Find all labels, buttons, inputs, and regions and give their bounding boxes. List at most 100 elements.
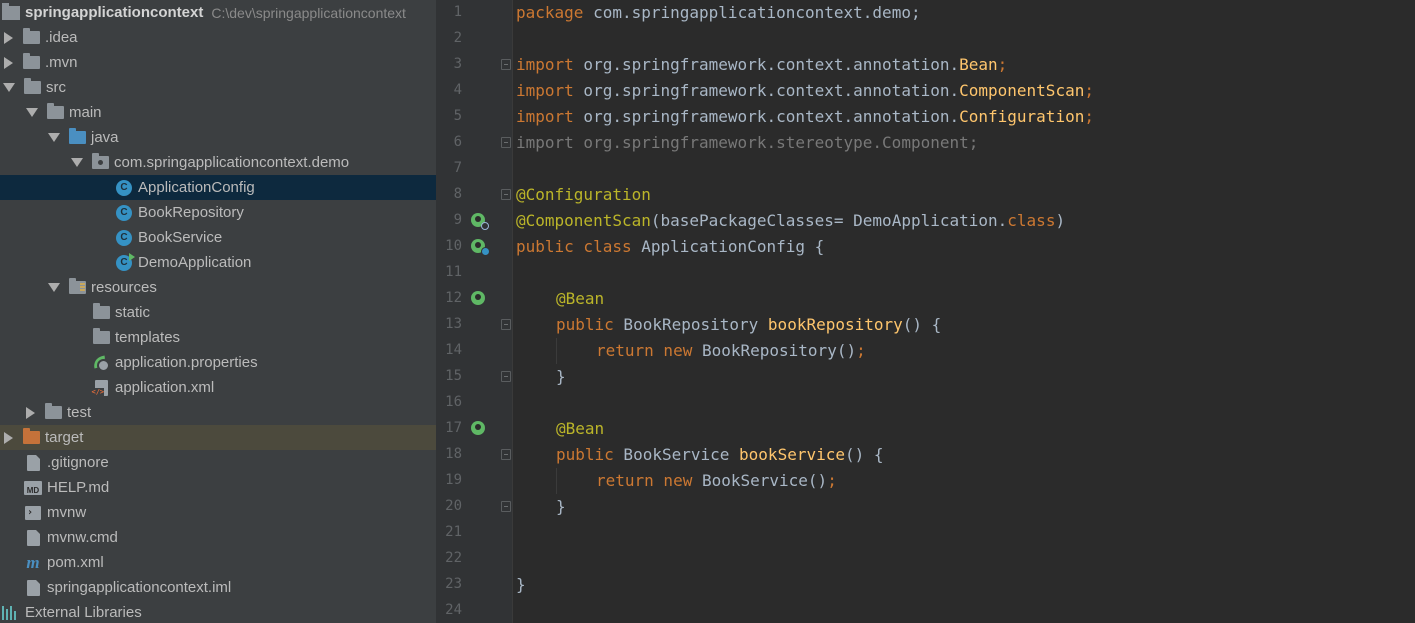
excluded-folder-icon (22, 428, 40, 446)
spring-properties-icon (92, 355, 110, 372)
collapse-arrow-icon[interactable] (48, 283, 60, 292)
tree-item-help-md[interactable]: MD HELP.md (0, 475, 436, 500)
line-number: 20 (445, 498, 462, 514)
package-icon (91, 153, 109, 171)
expand-arrow-icon[interactable] (4, 56, 13, 69)
line-number: 9 (453, 212, 462, 228)
code-line-9: @ComponentScan(basePackageClasses= DemoA… (516, 211, 1066, 230)
tree-item-mvnw-cmd[interactable]: mvnw.cmd (0, 525, 436, 550)
spring-bean-gutter-icon[interactable] (471, 291, 485, 305)
fold-marker-icon[interactable] (501, 137, 511, 148)
fold-marker-icon[interactable] (501, 59, 511, 70)
line-number: 13 (445, 316, 462, 332)
code-line-3: import org.springframework.context.annot… (516, 55, 1008, 74)
tree-item-bookrepository[interactable]: C BookRepository (0, 200, 436, 225)
resources-folder-icon (68, 278, 86, 296)
code-line-8: @Configuration (516, 185, 651, 204)
expand-arrow-icon[interactable] (4, 431, 13, 444)
project-path: C:\dev\springapplicationcontext (211, 4, 406, 21)
tree-item-bookservice[interactable]: C BookService (0, 225, 436, 250)
spring-bean-gutter-icon[interactable] (471, 239, 490, 256)
expand-arrow-icon[interactable] (26, 406, 35, 419)
collapse-arrow-icon[interactable] (26, 108, 38, 117)
project-tree-panel: springapplicationcontext C:\dev\springap… (0, 0, 436, 623)
tree-item-templates[interactable]: templates (0, 325, 436, 350)
fold-marker-icon[interactable] (501, 189, 511, 200)
tree-item-idea[interactable]: .idea (0, 25, 436, 50)
code-line-17: @Bean (556, 419, 605, 438)
collapse-arrow-icon[interactable] (3, 83, 15, 92)
folder-icon (92, 303, 110, 321)
code-editor[interactable]: 1 2 3 4 5 6 7 8 9 10 11 12 13 14 15 16 1… (436, 0, 1415, 623)
tree-item-target[interactable]: target (0, 425, 436, 450)
tree-item-pom-xml[interactable]: m pom.xml (0, 550, 436, 575)
tree-item-application-properties[interactable]: application.properties (0, 350, 436, 375)
tree-item-static[interactable]: static (0, 300, 436, 325)
spring-component-scan-gutter-icon[interactable] (471, 213, 489, 230)
tree-item-label: com.springapplicationcontext.demo (114, 154, 350, 171)
tree-item-label: springapplicationcontext.iml (47, 579, 232, 596)
line-number: 14 (445, 342, 462, 358)
code-line-13: public BookRepository bookRepository() { (556, 315, 942, 334)
fold-marker-icon[interactable] (501, 319, 511, 330)
code-line-1: package com.springapplicationcontext.dem… (516, 3, 921, 22)
indent-guide (556, 338, 557, 364)
tree-item-demoapplication[interactable]: C DemoApplication (0, 250, 436, 275)
markdown-file-icon: MD (24, 480, 42, 496)
tree-item-label: .gitignore (47, 454, 109, 471)
tree-item-java[interactable]: java (0, 125, 436, 150)
tree-item-label: src (46, 79, 66, 96)
tree-item-mvn[interactable]: .mvn (0, 50, 436, 75)
line-number: 15 (445, 368, 462, 384)
tree-root-item[interactable]: springapplicationcontext C:\dev\springap… (0, 0, 436, 25)
tree-item-label: static (115, 304, 151, 321)
editor-gutter: 1 2 3 4 5 6 7 8 9 10 11 12 13 14 15 16 1… (436, 0, 512, 623)
fold-marker-icon[interactable] (501, 449, 511, 460)
tree-item-label: mvnw.cmd (47, 529, 118, 546)
tree-item-gitignore[interactable]: .gitignore (0, 450, 436, 475)
spring-bean-gutter-icon[interactable] (471, 421, 485, 435)
fold-marker-icon[interactable] (501, 371, 511, 382)
tree-item-label: HELP.md (47, 479, 110, 496)
tree-item-application-xml[interactable]: application.xml (0, 375, 436, 400)
tree-item-label: mvnw (47, 504, 87, 521)
tree-item-applicationconfig[interactable]: C ApplicationConfig (0, 175, 436, 200)
line-number: 24 (445, 602, 462, 618)
tree-item-package[interactable]: com.springapplicationcontext.demo (0, 150, 436, 175)
tree-item-external-libraries[interactable]: External Libraries (0, 600, 436, 623)
line-number: 18 (445, 446, 462, 462)
expand-arrow-icon[interactable] (4, 31, 13, 44)
tree-item-label: ApplicationConfig (138, 179, 255, 196)
gutter-divider (512, 0, 513, 623)
tree-item-test[interactable]: test (0, 400, 436, 425)
code-line-19: return new BookService(); (596, 471, 837, 490)
tree-item-label: java (91, 129, 119, 146)
line-number: 3 (453, 56, 462, 72)
line-number: 8 (453, 186, 462, 202)
spring-boot-class-icon: C (115, 252, 135, 271)
tree-item-label: BookRepository (138, 204, 244, 221)
tree-item-label: .idea (45, 29, 78, 46)
tree-item-label: templates (115, 329, 181, 346)
tree-item-iml[interactable]: springapplicationcontext.iml (0, 575, 436, 600)
collapse-arrow-icon[interactable] (48, 133, 60, 142)
indent-guide (556, 468, 557, 494)
line-number: 12 (445, 290, 462, 306)
tree-item-main[interactable]: main (0, 100, 436, 125)
tree-item-label: application.xml (115, 379, 215, 396)
class-icon: C (115, 204, 133, 221)
collapse-arrow-icon[interactable] (71, 158, 83, 167)
line-number: 23 (445, 576, 462, 592)
tree-item-label: DemoApplication (138, 254, 252, 271)
tree-item-resources[interactable]: resources (0, 275, 436, 300)
fold-marker-icon[interactable] (501, 501, 511, 512)
project-folder-icon (2, 2, 20, 21)
project-name: springapplicationcontext (25, 4, 204, 21)
tree-item-label: BookService (138, 229, 223, 246)
tree-item-label: pom.xml (47, 554, 104, 571)
code-line-10: public class ApplicationConfig { (516, 237, 825, 256)
text-file-icon (24, 529, 42, 546)
tree-item-src[interactable]: src (0, 75, 436, 100)
code-line-6-unused-import: import org.springframework.stereotype.Co… (516, 133, 979, 152)
tree-item-mvnw[interactable]: › mvnw (0, 500, 436, 525)
